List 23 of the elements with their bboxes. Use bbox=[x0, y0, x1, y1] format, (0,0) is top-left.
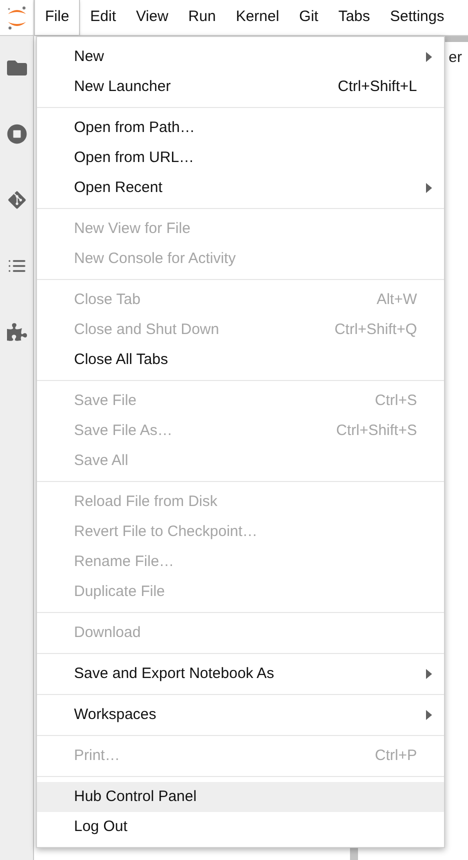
menu-title[interactable]: Kernel bbox=[226, 0, 290, 35]
menu-title[interactable]: Git bbox=[289, 0, 328, 35]
menu-item[interactable]: Workspaces bbox=[37, 700, 444, 730]
menu-title[interactable]: Tabs bbox=[328, 0, 380, 35]
menu-item[interactable]: Open from Path… bbox=[37, 113, 444, 143]
puzzle-piece-icon[interactable] bbox=[6, 322, 26, 342]
menu-item[interactable]: Open from URL… bbox=[37, 143, 444, 173]
tab-label[interactable]: er bbox=[448, 46, 468, 70]
menu-item[interactable]: Close All Tabs bbox=[37, 345, 444, 375]
menu-item[interactable]: Save and Export Notebook As bbox=[37, 659, 444, 689]
menu-item[interactable]: Log Out bbox=[37, 812, 444, 842]
folder-icon[interactable] bbox=[6, 58, 26, 78]
menu-item[interactable]: New bbox=[37, 42, 444, 72]
menu-item[interactable]: New Launcher Ctrl+Shift+L bbox=[37, 72, 444, 102]
logo-icon bbox=[6, 4, 28, 30]
menu-item[interactable]: Open Recent bbox=[37, 173, 444, 203]
menu-title[interactable]: Run bbox=[178, 0, 226, 35]
git-icon[interactable] bbox=[6, 190, 26, 210]
menu-title[interactable]: File bbox=[34, 0, 80, 35]
menu-title[interactable]: View bbox=[126, 0, 178, 35]
menu-item[interactable]: Hub Control Panel bbox=[37, 782, 444, 812]
menu-title[interactable]: Edit bbox=[80, 0, 126, 35]
menu-title[interactable]: Settings bbox=[380, 0, 454, 35]
